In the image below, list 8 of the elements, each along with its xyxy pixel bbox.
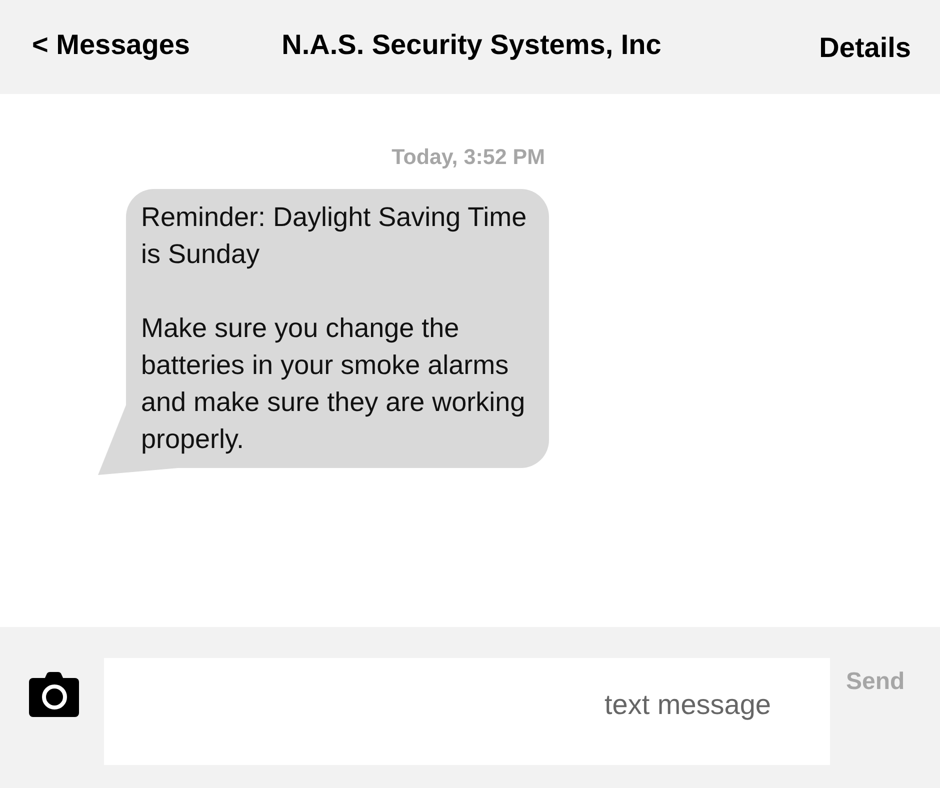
message-text: Make sure you change the batteries in your smoke alarms and make sure they are working properly.	[141, 312, 526, 456]
camera-icon[interactable]	[29, 672, 79, 717]
message-input-field[interactable]: text message	[104, 658, 830, 765]
details-button[interactable]: Details	[819, 32, 911, 62]
message-text: Reminder: Daylight Saving Time is Sunday	[141, 201, 528, 271]
timestamp: Today, 3:52 PM	[392, 145, 545, 169]
back-button[interactable]: < Messages	[32, 31, 190, 63]
conversation-title: N.A.S. Security Systems, Inc	[282, 31, 662, 62]
